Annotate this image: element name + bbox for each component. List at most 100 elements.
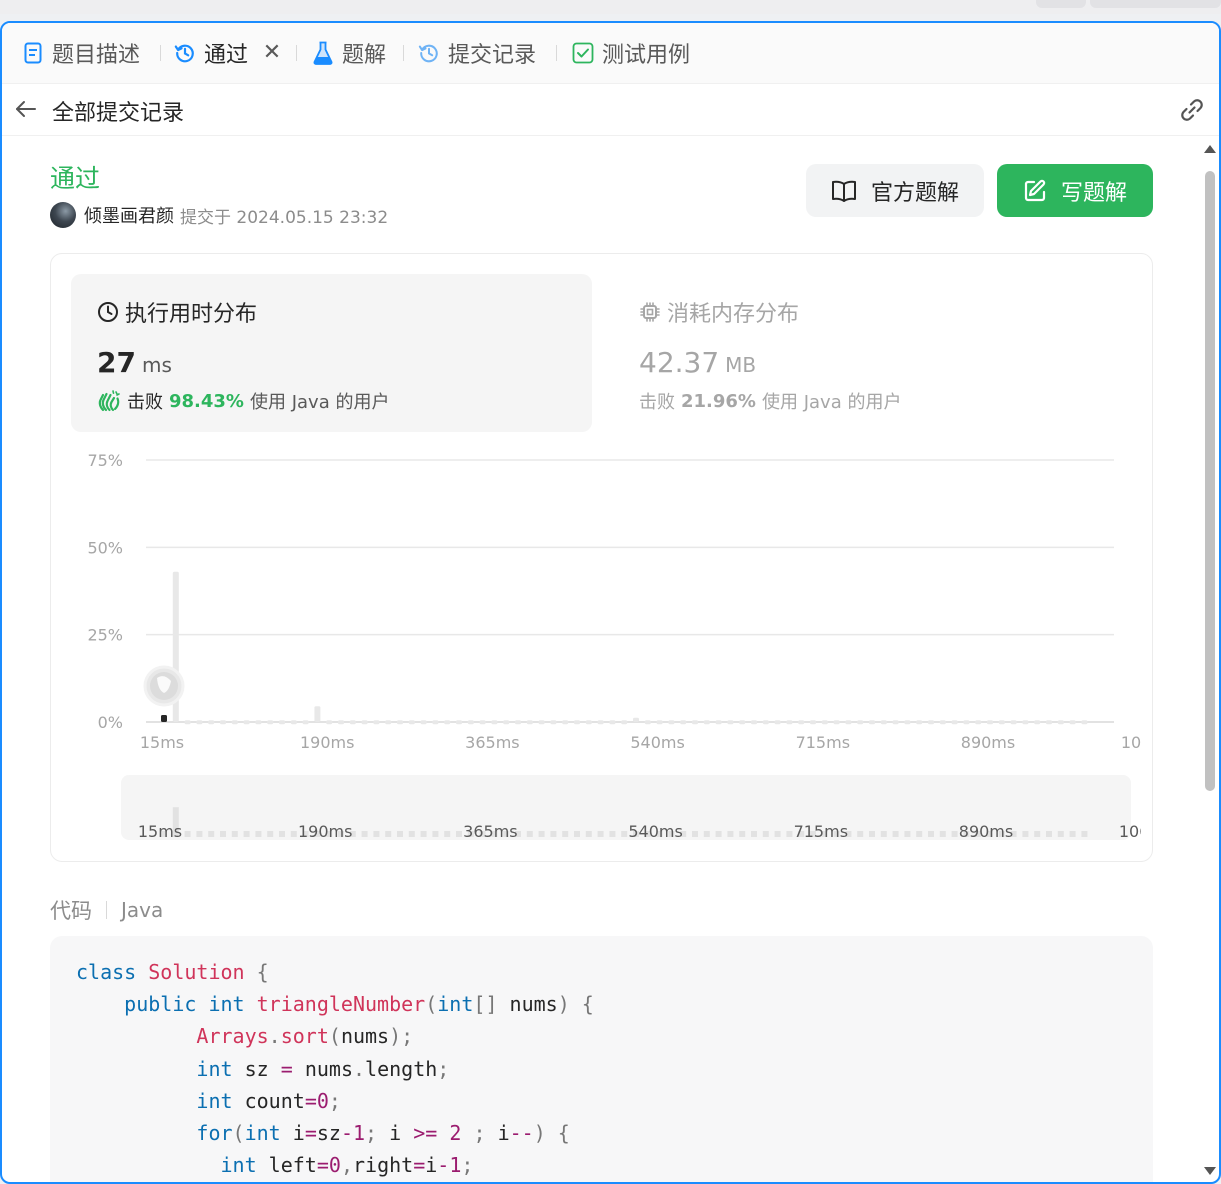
chart-minimap-bar (432, 831, 439, 837)
memory-box[interactable]: 消耗内存分布 42.37 MB 击败 21.96% 使用 Java 的用户 (613, 274, 1134, 432)
tab-testcases[interactable]: 测试用例 (572, 37, 690, 69)
chart-bar (916, 720, 923, 725)
chart-bar (1046, 720, 1052, 725)
window-top-strip (0, 0, 1221, 14)
chart-bar (479, 720, 486, 725)
code-line: public int triangleNumber(int[] nums) { (124, 992, 594, 1017)
runtime-box[interactable]: 执行用时分布 27 ms 击败 98.43% 使用 Java 的用户 (71, 274, 592, 432)
runtime-title-text: 执行用时分布 (125, 302, 258, 327)
chart-minimap-bar (385, 831, 392, 837)
memory-beat-row: 击败 21.96% 使用 Java 的用户 (639, 388, 901, 414)
all-submissions-link[interactable]: 全部提交记录 (52, 95, 184, 127)
code-label-row: 代码 Java (50, 895, 163, 925)
memory-title: 消耗内存分布 (639, 296, 799, 328)
memory-value-row: 42.37 MB (639, 346, 756, 379)
chart-bar (1022, 720, 1029, 725)
chart-bar (998, 720, 1005, 725)
chart-minimap-bar (444, 831, 451, 837)
chart-bar (161, 715, 167, 722)
chart-bar (314, 706, 321, 722)
chart-y-tick-label: 0% (98, 713, 123, 732)
scroll-down-icon[interactable] (1204, 1167, 1216, 1175)
chart-bar (290, 720, 297, 725)
arrow-left-icon[interactable] (14, 97, 38, 121)
chart-bar (869, 720, 875, 725)
code-content[interactable]: class Solution { public int triangleNumb… (76, 956, 594, 1181)
scrollbar[interactable] (1203, 145, 1217, 1175)
chart-minimap-label: 365ms (463, 822, 517, 841)
chart-minimap-bar (857, 831, 864, 837)
write-solution-label: 写题解 (1060, 180, 1127, 206)
scroll-up-icon[interactable] (1204, 145, 1216, 153)
chart-minimap-bar (526, 831, 533, 837)
chart-minimap-bar (1034, 831, 1041, 837)
chart-minimap-bar (267, 831, 274, 837)
top-tab-segment[interactable] (1090, 0, 1221, 8)
chart-minimap-bar (904, 831, 911, 837)
top-tab-segment[interactable] (1036, 0, 1086, 8)
scrollbar-thumb[interactable] (1205, 171, 1215, 791)
code-block[interactable]: class Solution { public int triangleNumb… (50, 936, 1153, 1182)
tab-label: 题解 (342, 43, 387, 68)
chart-bar (526, 720, 533, 725)
chart-bar (550, 720, 557, 725)
close-icon[interactable]: ✕ (262, 40, 282, 66)
chart-x-tick-label: 15ms (140, 733, 184, 752)
chart-bar (326, 720, 333, 725)
runtime-unit: ms (141, 353, 172, 377)
chart-bar (892, 720, 899, 725)
chart-minimap-bar (538, 831, 545, 837)
runtime-distribution-chart[interactable]: 0% 25% 50% 75% 15ms 190ms 365ms 540ms 715ms 890m… (71, 440, 1185, 860)
runtime-chart-svg: 0% 25% 50% 75% 15ms 190ms 365ms 540ms 715ms 890m… (87, 451, 1185, 841)
chart-minimap-bar (1057, 831, 1064, 837)
tab-solutions[interactable]: 题解 (312, 37, 386, 69)
chart-bar (1069, 720, 1076, 725)
tab-divider (160, 45, 161, 61)
chart-bar (515, 720, 521, 725)
chart-minimap-bar (208, 831, 215, 837)
chart-minimap-bar (255, 831, 262, 837)
official-solution-button[interactable]: 官方题解 (806, 164, 984, 217)
chart-bar (491, 720, 498, 725)
chart-bar (821, 720, 828, 725)
chart-bar (857, 720, 864, 725)
chart-minimap-label: 15ms (138, 822, 182, 841)
edit-icon (1024, 179, 1046, 201)
chart-bar (715, 720, 722, 725)
chart-minimap-label: 890ms (959, 822, 1013, 841)
chart-minimap-bar (621, 831, 628, 837)
tab-description[interactable]: 题目描述 (22, 37, 140, 69)
chart-bar (597, 720, 604, 725)
chart-bar (739, 720, 746, 725)
runtime-beat-prefix: 击败 (127, 392, 163, 413)
chart-minimap-bar (243, 831, 250, 837)
chart-bar (279, 720, 285, 725)
tab-submissions[interactable]: 提交记录 (418, 37, 536, 69)
chart-bar (668, 720, 675, 725)
chart-bar (845, 720, 852, 725)
chart-bar (562, 720, 569, 725)
code-line: int sz = nums.length; (196, 1056, 450, 1081)
chart-y-tick-label: 75% (87, 451, 123, 470)
link-icon[interactable] (1177, 95, 1207, 125)
memory-unit: MB (725, 353, 757, 377)
chart-bar (432, 720, 439, 725)
chart-minimap-bar (361, 831, 368, 837)
checkbox-icon (572, 42, 594, 64)
memory-beat-suffix: 使用 Java 的用户 (761, 392, 902, 413)
chart-bar (585, 720, 592, 725)
tab-accepted[interactable]: 通过 (174, 37, 248, 69)
memory-title-text: 消耗内存分布 (667, 302, 800, 327)
chart-minimap-bar (290, 831, 297, 837)
document-icon (22, 42, 44, 64)
runtime-beat-suffix: 使用 Java 的用户 (249, 392, 390, 413)
chart-minimap-bar (869, 831, 875, 837)
author-name[interactable]: 倾墨画君颜 (84, 202, 174, 228)
avatar[interactable] (50, 202, 76, 228)
chart-bar (184, 720, 191, 725)
write-solution-button[interactable]: 写题解 (997, 164, 1153, 217)
memory-value: 42.37 (639, 346, 720, 379)
chart-bar (255, 720, 262, 725)
code-line: int left=0,right=i-1; (220, 1153, 474, 1178)
code-label-divider (106, 901, 107, 919)
